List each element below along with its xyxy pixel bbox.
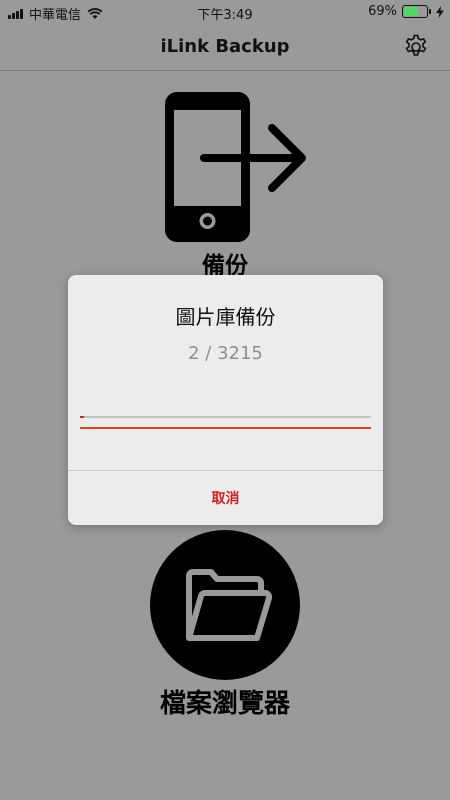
- battery-icon: [402, 5, 431, 18]
- dialog-title: 圖片庫備份: [175, 305, 276, 329]
- status-right: 69%: [368, 4, 444, 19]
- nav-bar: iLink Backup: [0, 24, 450, 71]
- file-browser-label: 檔案瀏覽器: [159, 689, 290, 719]
- cancel-button[interactable]: 取消: [68, 471, 383, 525]
- battery-percent: 69%: [368, 4, 397, 19]
- progress-count: 2 / 3215: [188, 343, 263, 364]
- progress-bar: [80, 416, 371, 418]
- page-title: iLink Backup: [160, 36, 290, 57]
- phone-export-icon: [165, 92, 306, 242]
- progress-fill: [80, 416, 85, 418]
- battery-fill: [404, 7, 418, 16]
- status-bar: 中華電信 下午3:49 69%: [0, 0, 450, 24]
- progress-underline: [80, 427, 371, 429]
- backup-progress-dialog: 圖片庫備份 2 / 3215 取消: [68, 275, 383, 525]
- file-browser-circle: [150, 530, 300, 680]
- folder-icon: [186, 569, 273, 641]
- gear-icon[interactable]: [402, 33, 430, 61]
- charging-bolt-icon: [436, 5, 444, 18]
